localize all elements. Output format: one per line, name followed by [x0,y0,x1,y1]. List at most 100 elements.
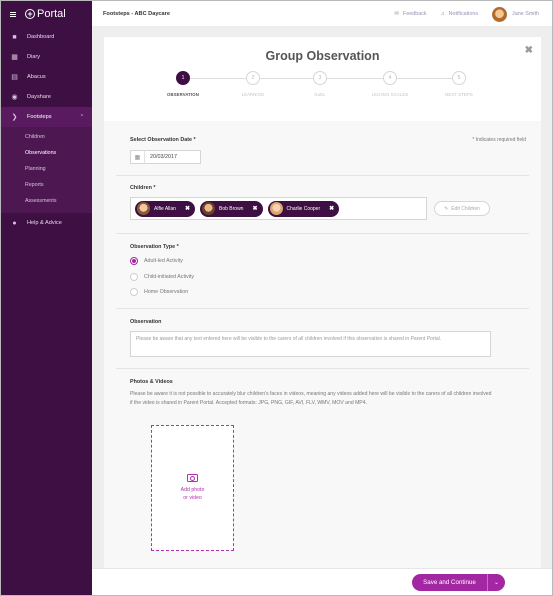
sidebar-item-label: Help & Advice [27,220,62,226]
step-number: 3 [313,71,327,85]
logo-plus-icon: + [25,9,35,19]
menu-icon[interactable] [10,11,16,17]
observation-date-field[interactable]: ▦ 20/03/2017 [130,150,201,164]
user-menu[interactable]: Jane Smith [492,6,539,22]
app-window: + Portal ■ Dashboard ▦ Diary ▤ Abacus ◉ … [0,0,553,596]
sidebar-item-footsteps[interactable]: ❯ Footsteps ⌃ [1,107,92,127]
child-chip-alfie[interactable]: Alfie Allan ✖ [135,200,195,217]
radio-label: Adult-led Activity [144,258,183,264]
abacus-icon: ▤ [11,74,18,81]
sidebar: + Portal ■ Dashboard ▦ Diary ▤ Abacus ◉ … [1,1,92,595]
page-breadcrumb: Footsteps - ABC Daycare [103,10,170,17]
sidebar-subitem-assessments[interactable]: Assessments [1,193,92,209]
sidebar-item-help[interactable]: ● Help & Advice [1,213,92,233]
child-chip-charlie[interactable]: Charlie Cooper ✖ [267,200,340,217]
step-label: NEXT STEPS [445,92,473,97]
footer-bar: Save and Continue ⌄ [92,568,552,595]
radio-button[interactable] [130,257,138,265]
child-chip-bob[interactable]: Bob Brown ✖ [200,200,263,217]
add-photo-label: or video [183,495,202,501]
step-next-steps[interactable]: 5 NEXT STEPS [424,71,494,97]
child-avatar [137,202,150,215]
step-observation[interactable]: 1 OBSERVATION [148,71,218,97]
children-label: Children * [130,185,156,191]
close-icon[interactable]: ✖ [525,45,533,56]
sidebar-item-label: Footsteps [27,114,52,120]
step-goel[interactable]: 3 GoEL [285,71,355,97]
add-photo-dropzone[interactable]: Add photo or video [151,425,234,551]
step-leuven-scales[interactable]: 4 LEUVEN SCALES [355,71,425,97]
type-option-home[interactable]: Home Observation [130,288,188,296]
date-label: Select Observation Date * [130,137,196,143]
footsteps-subnav: Children Observations Planning Reports A… [1,127,92,213]
divider [116,175,529,176]
step-label: GoEL [314,92,326,97]
type-option-adult-led[interactable]: Adult-led Activity [130,257,183,265]
child-avatar [269,202,283,215]
logo-text: Portal [37,8,66,20]
type-option-child-initiated[interactable]: Child-initiated Activity [130,273,194,281]
feedback-link[interactable]: ✉ Feedback [394,11,426,17]
help-icon: ● [12,219,17,227]
remove-icon[interactable]: ✖ [252,205,257,212]
observation-label: Observation [130,319,162,325]
sidebar-item-label: Dayshare [27,94,51,100]
child-name: Bob Brown [219,205,244,212]
observation-card: ✖ Group Observation 1 OBSERVATION 2 LEAR… [104,37,541,587]
bell-icon: ♫ [440,11,445,17]
radio-button[interactable] [130,288,138,296]
edit-children-label: Edit Children [451,205,480,212]
form-body: Select Observation Date * * Indicates re… [104,121,541,587]
sidebar-subitem-reports[interactable]: Reports [1,177,92,193]
step-number: 5 [452,71,466,85]
remove-icon[interactable]: ✖ [185,205,190,212]
feedback-label: Feedback [402,11,427,17]
sidebar-subitem-planning[interactable]: Planning [1,161,92,177]
type-label: Observation Type * [130,244,179,250]
sidebar-item-dashboard[interactable]: ■ Dashboard [1,27,92,47]
required-note: * Indicates required field [472,137,526,143]
sidebar-item-diary[interactable]: ▦ Diary [1,47,92,67]
save-label: Save and Continue [423,579,476,586]
user-name: Jane Smith [512,11,539,17]
step-learning[interactable]: 2 LEARNING [218,71,288,97]
sidebar-subitem-children[interactable]: Children [1,129,92,145]
dashboard-icon: ■ [12,33,17,41]
sidebar-item-abacus[interactable]: ▤ Abacus [1,67,92,87]
step-label: LEARNING [241,92,265,97]
photos-label: Photos & Videos [130,379,173,385]
feedback-icon: ✉ [394,11,399,17]
sidebar-item-label: Abacus [27,74,46,80]
brand-bar: + Portal [1,1,92,27]
notifications-link[interactable]: ♫ Notifications [441,11,478,17]
chevron-down-icon[interactable]: ⌄ [487,574,505,591]
sidebar-item-label: Dashboard [27,34,55,40]
children-selector[interactable]: Alfie Allan ✖ Bob Brown ✖ Charlie Cooper… [130,197,427,220]
sidebar-subitem-observations[interactable]: Observations [1,145,92,161]
observation-textarea[interactable]: Please be aware that any text entered he… [130,331,491,357]
step-label: LEUVEN SCALES [371,92,409,97]
divider [116,368,529,369]
notifications-label: Notifications [448,11,479,17]
divider [116,308,529,309]
edit-children-button[interactable]: ✎ Edit Children [434,201,490,216]
page-title: Group Observation [265,49,380,63]
camera-icon [187,474,198,482]
sidebar-item-dayshare[interactable]: ◉ Dayshare [1,87,92,107]
main-content: ✖ Group Observation 1 OBSERVATION 2 LEAR… [92,27,552,595]
topbar: Footsteps - ABC Daycare ✉ Feedback ♫ Not… [92,1,552,27]
calendar-icon: ▦ [11,54,18,61]
save-and-continue-button[interactable]: Save and Continue ⌄ [412,574,505,591]
sidebar-item-label: Diary [27,54,41,60]
child-avatar [202,202,215,215]
sidebar-nav: ■ Dashboard ▦ Diary ▤ Abacus ◉ Dayshare … [1,27,92,233]
photos-note: Please be aware it is not possible to ac… [130,391,492,406]
divider [116,233,529,234]
remove-icon[interactable]: ✖ [329,205,334,212]
step-label: OBSERVATION [167,92,199,97]
radio-button[interactable] [130,273,138,281]
step-number: 4 [383,71,397,85]
date-value: 20/03/2017 [150,154,177,160]
logo[interactable]: + Portal [25,8,66,20]
topbar-actions: ✉ Feedback ♫ Notifications Jane Smith [394,1,539,27]
